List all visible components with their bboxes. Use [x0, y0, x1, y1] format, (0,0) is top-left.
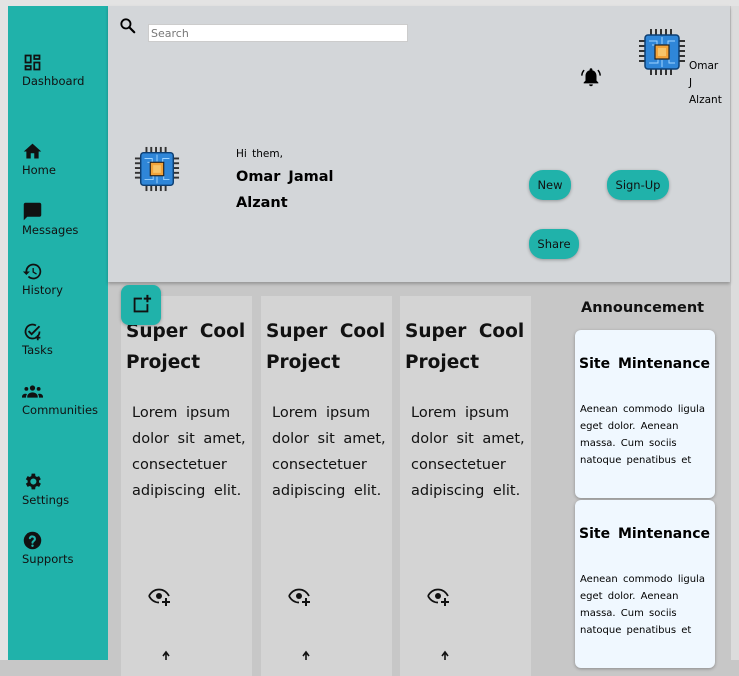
share-button[interactable]: Share [529, 229, 579, 259]
project-title-line2: Project [266, 352, 341, 373]
greeting-text: Hi them, [236, 148, 283, 160]
greeting-name-line2: Alzant [236, 195, 288, 211]
sidebar-item-label: Dashboard [22, 74, 85, 88]
announcement-title: Site Mintenance [579, 526, 711, 542]
add-box-icon [133, 294, 152, 313]
sidebar-item-home[interactable]: Home [22, 141, 56, 177]
project-card[interactable]: Super Cool Project Lorem ipsum dolor sit… [121, 296, 252, 676]
project-title-line2: Project [405, 352, 480, 373]
project-title-line1: Super Cool [405, 321, 525, 342]
sidebar-item-supports[interactable]: Supports [22, 530, 73, 566]
project-title-line2: Project [126, 352, 201, 373]
sidebar-item-tasks[interactable]: Tasks [22, 321, 53, 357]
profile-avatar [134, 146, 180, 192]
announcement-title: Site Mintenance [579, 356, 711, 372]
announcement-body: Aenean commodo ligula eget dolor. Aenean… [580, 574, 705, 636]
task-check-icon [24, 323, 41, 341]
project-title-line1: Super Cool [266, 321, 386, 342]
project-title: Super Cool Project [126, 316, 251, 378]
search-icon[interactable] [118, 16, 138, 36]
view-add-icon[interactable] [426, 584, 450, 608]
view-add-icon[interactable] [287, 584, 311, 608]
new-button[interactable]: New [529, 170, 571, 200]
project-description: Lorem ipsum dolor sit amet, consectetuer… [411, 405, 525, 499]
sidebar-item-communities[interactable]: Communities [22, 381, 98, 417]
partial-icon [162, 650, 170, 660]
sidebar-item-history[interactable]: History [22, 261, 63, 297]
greeting-user-name: Omar Jamal Alzant [236, 164, 346, 216]
project-description: Lorem ipsum dolor sit amet, consectetuer… [132, 405, 246, 499]
sidebar-item-dashboard[interactable]: Dashboard [22, 52, 84, 88]
history-icon [22, 263, 42, 280]
sidebar-item-label: Supports [22, 552, 74, 566]
sidebar-item-label: History [22, 283, 63, 297]
partial-icon [302, 650, 310, 660]
project-title: Super Cool Project [405, 316, 530, 378]
project-card[interactable]: Super Cool Project Lorem ipsum dolor sit… [400, 296, 531, 676]
sidebar-item-label: Tasks [22, 343, 53, 357]
sidebar-item-label: Home [22, 163, 56, 177]
dashboard-icon [24, 54, 41, 71]
notification-bell-icon[interactable] [580, 66, 602, 88]
project-card[interactable]: Super Cool Project Lorem ipsum dolor sit… [261, 296, 392, 676]
add-project-button[interactable] [121, 285, 161, 325]
user-last-name: Alzant [689, 94, 722, 106]
header: Omar J Alzant Hi them, Omar Jamal Alzant… [108, 6, 730, 282]
sign-up-button[interactable]: Sign-Up [607, 170, 669, 200]
groups-icon [22, 385, 43, 398]
partial-icon [441, 650, 449, 660]
sidebar-item-messages[interactable]: Messages [22, 201, 78, 237]
announcement-body: Aenean commodo ligula eget dolor. Aenean… [580, 404, 705, 466]
user-middle-initial: J [689, 77, 693, 89]
greeting-name-line1: Omar Jamal [236, 169, 334, 185]
sidebar-item-label: Settings [22, 493, 70, 507]
sidebar-item-settings[interactable]: Settings [22, 471, 69, 507]
home-icon [23, 143, 42, 159]
announcement-heading: Announcement [581, 300, 705, 316]
gear-icon [25, 473, 41, 490]
avatar[interactable] [638, 28, 686, 76]
help-icon [23, 531, 42, 550]
message-icon [23, 202, 42, 221]
user-first-name: Omar [689, 60, 719, 72]
sidebar-item-label: Messages [22, 223, 79, 237]
announcement-card[interactable]: Site Mintenance Aenean commodo ligula eg… [575, 500, 715, 668]
announcement-card[interactable]: Site Mintenance Aenean commodo ligula eg… [575, 330, 715, 498]
sidebar-item-label: Communities [22, 403, 99, 417]
search-input[interactable] [148, 24, 408, 42]
view-add-icon[interactable] [147, 584, 171, 608]
user-name[interactable]: Omar J Alzant [689, 58, 729, 109]
project-description: Lorem ipsum dolor sit amet, consectetuer… [272, 405, 386, 499]
window-left-edge [0, 0, 8, 660]
scrollbar[interactable] [731, 6, 739, 660]
sidebar: Dashboard Home Messages History Tasks Co… [8, 6, 108, 660]
project-title: Super Cool Project [266, 316, 391, 378]
